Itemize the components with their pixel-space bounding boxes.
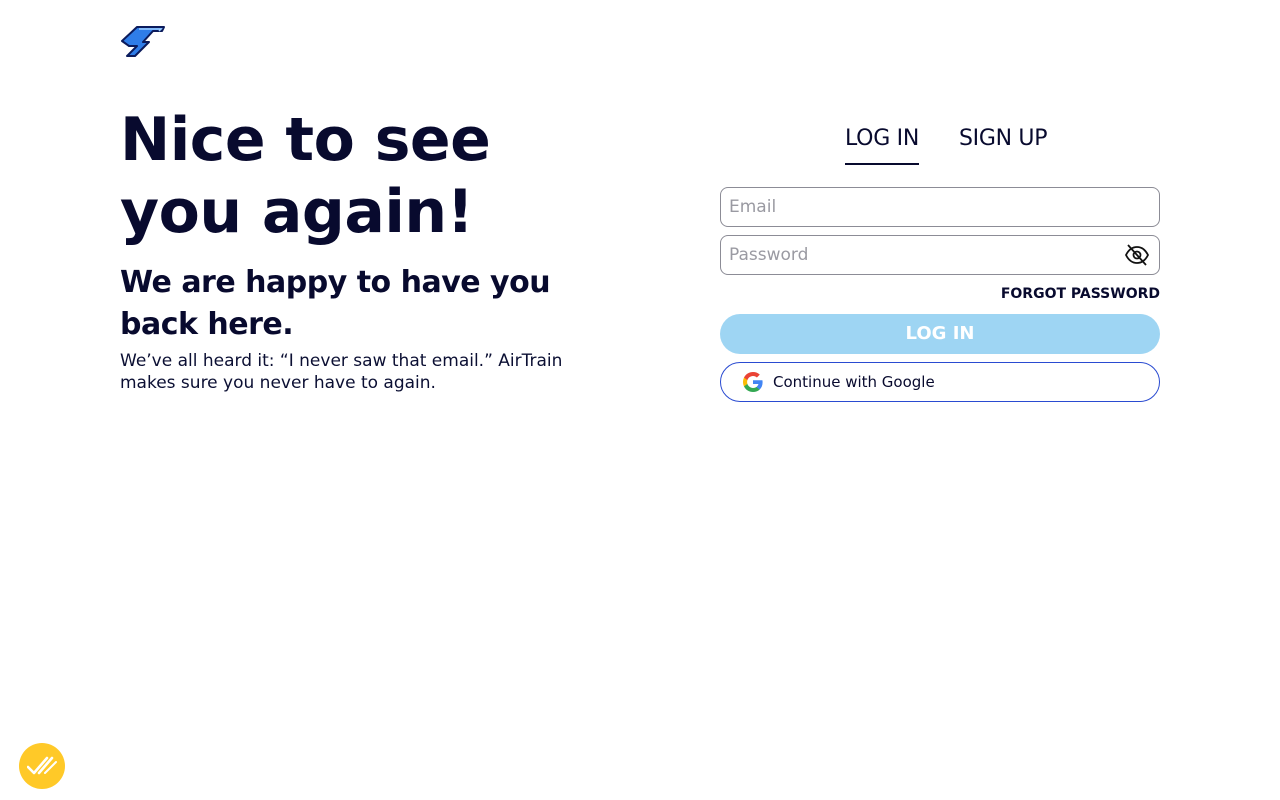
log-in-button[interactable]: LOG IN <box>720 314 1160 354</box>
page-title: Nice to see you again! <box>120 105 491 247</box>
email-field-wrapper <box>720 187 1160 227</box>
auth-tabs: LOG IN SIGN UP <box>845 124 1048 165</box>
floating-help-button[interactable] <box>19 743 65 789</box>
password-field-wrapper <box>720 235 1160 275</box>
password-input[interactable] <box>721 236 1109 274</box>
eye-off-icon[interactable] <box>1124 244 1150 266</box>
page-subtitle: We are happy to have you back here. <box>120 265 551 342</box>
google-button-label: Continue with Google <box>773 373 935 391</box>
airtrain-logo-icon[interactable] <box>119 22 167 60</box>
tab-log-in[interactable]: LOG IN <box>845 124 919 165</box>
tab-sign-up[interactable]: SIGN UP <box>959 124 1048 165</box>
double-check-icon <box>27 756 57 775</box>
email-input[interactable] <box>721 188 1109 226</box>
forgot-password-link[interactable]: FORGOT PASSWORD <box>1001 284 1160 304</box>
google-icon <box>743 372 763 392</box>
page-description: We’ve all heard it: “I never saw that em… <box>120 351 563 393</box>
continue-with-google-button[interactable]: Continue with Google <box>720 362 1160 402</box>
hero-section: Nice to see you again! We are happy to h… <box>120 104 580 394</box>
